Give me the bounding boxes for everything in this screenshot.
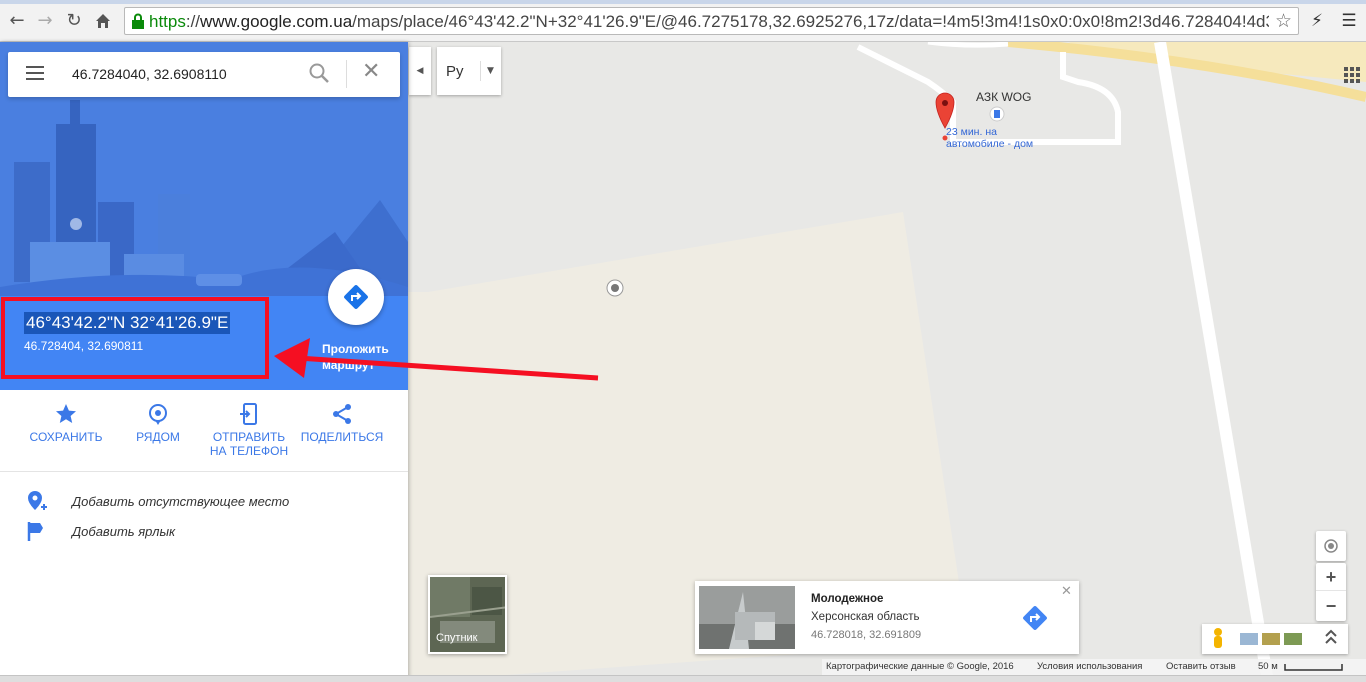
- taskbar-strip: [0, 675, 1366, 682]
- directions-button[interactable]: [328, 269, 384, 325]
- chevron-down-icon: ▼: [480, 61, 494, 81]
- back-arrow-icon[interactable]: ←: [6, 10, 28, 32]
- info-card-coords: 46.728018, 32.691809: [811, 629, 922, 641]
- share-label: ПОДЕЛИТЬСЯ: [300, 430, 384, 444]
- close-icon[interactable]: ✕: [362, 59, 380, 84]
- search-icon[interactable]: [308, 62, 330, 84]
- info-card-region: Херсонская область: [811, 611, 920, 623]
- imagery-thumb-2[interactable]: [1262, 633, 1280, 645]
- annotation-arrow-icon: [274, 338, 599, 381]
- terms-link[interactable]: Условия использования: [1037, 661, 1142, 672]
- chevron-up-icon[interactable]: [1325, 629, 1337, 644]
- search-input[interactable]: 46.7284040, 32.6908110: [72, 66, 227, 82]
- star-icon: [56, 404, 76, 423]
- address-bar[interactable]: https://www.google.com.ua/maps/place/46°…: [124, 7, 1299, 35]
- zoom-out-button[interactable]: −: [1316, 592, 1346, 620]
- imagery-thumb-3[interactable]: [1284, 633, 1302, 645]
- extension-bolt-icon[interactable]: ⚡: [1306, 10, 1328, 32]
- map-scale[interactable]: 50 м: [1258, 661, 1278, 672]
- nearby-pin-icon: [149, 404, 167, 425]
- send-to-phone-icon: [240, 403, 257, 425]
- browser-toolbar: ← → ↻ https://www.google.com.ua/maps/pla…: [0, 0, 1366, 42]
- add-missing-place-label: Добавить отсутствующее место: [72, 494, 290, 509]
- route-hint-text[interactable]: 23 мин. на автомобиле - дом: [946, 126, 1056, 150]
- save-label: СОХРАНИТЬ: [29, 430, 103, 444]
- satellite-toggle[interactable]: Спутник: [428, 575, 507, 654]
- scale-bar: [1284, 664, 1343, 671]
- nearby-label: РЯДОМ: [136, 430, 180, 444]
- feedback-link[interactable]: Оставить отзыв: [1166, 661, 1236, 672]
- hero-illustration: 46.7284040, 32.6908110 ✕: [0, 42, 408, 297]
- place-thumbnail[interactable]: [699, 586, 795, 649]
- flag-icon: [27, 522, 43, 541]
- url-text: https://www.google.com.ua/maps/place/46°…: [149, 12, 1269, 31]
- pegman-icon[interactable]: [1214, 628, 1222, 648]
- add-label[interactable]: Добавить ярлык: [26, 520, 386, 544]
- language-select[interactable]: Ру ▼: [437, 47, 501, 95]
- imagery-thumb-1[interactable]: [1240, 633, 1258, 645]
- poi-label-wog[interactable]: АЗК WOG: [976, 90, 1031, 104]
- satellite-label: Спутник: [436, 632, 478, 644]
- save-button[interactable]: СОХРАНИТЬ: [21, 402, 111, 444]
- directions-icon: [344, 285, 368, 309]
- info-card[interactable]: Молодежное Херсонская область 46.728018,…: [695, 581, 1079, 654]
- info-card-title: Молодежное: [811, 593, 884, 605]
- collapse-panel-button[interactable]: ◀: [409, 47, 431, 95]
- annotation-highlight-box: [1, 297, 269, 379]
- home-icon[interactable]: [92, 10, 114, 32]
- street-view-thumbnail: [699, 586, 795, 649]
- close-icon[interactable]: ✕: [1061, 584, 1072, 599]
- send-to-phone-button[interactable]: ОТПРАВИТЬ НА ТЕЛЕФОН: [204, 402, 294, 458]
- map-footer: Картографические данные © Google, 2016 У…: [822, 659, 1366, 675]
- share-button[interactable]: ПОДЕЛИТЬСЯ: [297, 402, 387, 444]
- app-root: ← → ↻ https://www.google.com.ua/maps/pla…: [0, 0, 1366, 682]
- apps-grid-icon[interactable]: [1344, 67, 1360, 83]
- add-place-icon: [28, 491, 47, 510]
- share-icon: [333, 404, 351, 424]
- map-copyright: Картографические данные © Google, 2016: [826, 661, 1014, 672]
- bookmark-star-icon[interactable]: ☆: [1275, 10, 1292, 32]
- add-missing-place[interactable]: Добавить отсутствующее место: [26, 490, 386, 514]
- browser-menu-icon[interactable]: ☰: [1338, 10, 1360, 32]
- search-box[interactable]: 46.7284040, 32.6908110 ✕: [8, 52, 400, 97]
- language-current: Ру: [446, 63, 464, 80]
- send-to-phone-label: ОТПРАВИТЬ НА ТЕЛЕФОН: [209, 430, 289, 458]
- tab-strip-edge: [0, 0, 1366, 4]
- lock-icon: [132, 13, 144, 29]
- hamburger-menu-icon[interactable]: [26, 66, 46, 82]
- reload-icon[interactable]: ↻: [63, 10, 85, 32]
- add-label-text: Добавить ярлык: [72, 524, 176, 539]
- my-location-button[interactable]: [1316, 531, 1346, 561]
- action-bar: СОХРАНИТЬ РЯДОМ ОТПРАВИТЬ НА ТЕЛЕФОН ПОД…: [0, 392, 408, 472]
- zoom-in-button[interactable]: +: [1316, 563, 1346, 591]
- my-location-icon: [1324, 539, 1338, 553]
- directions-icon[interactable]: [1020, 603, 1050, 633]
- forward-arrow-icon[interactable]: →: [34, 10, 56, 32]
- zoom-controls: + −: [1316, 563, 1346, 621]
- nearby-button[interactable]: РЯДОМ: [113, 402, 203, 444]
- search-separator: [346, 60, 347, 88]
- imagery-strip: [1202, 624, 1348, 654]
